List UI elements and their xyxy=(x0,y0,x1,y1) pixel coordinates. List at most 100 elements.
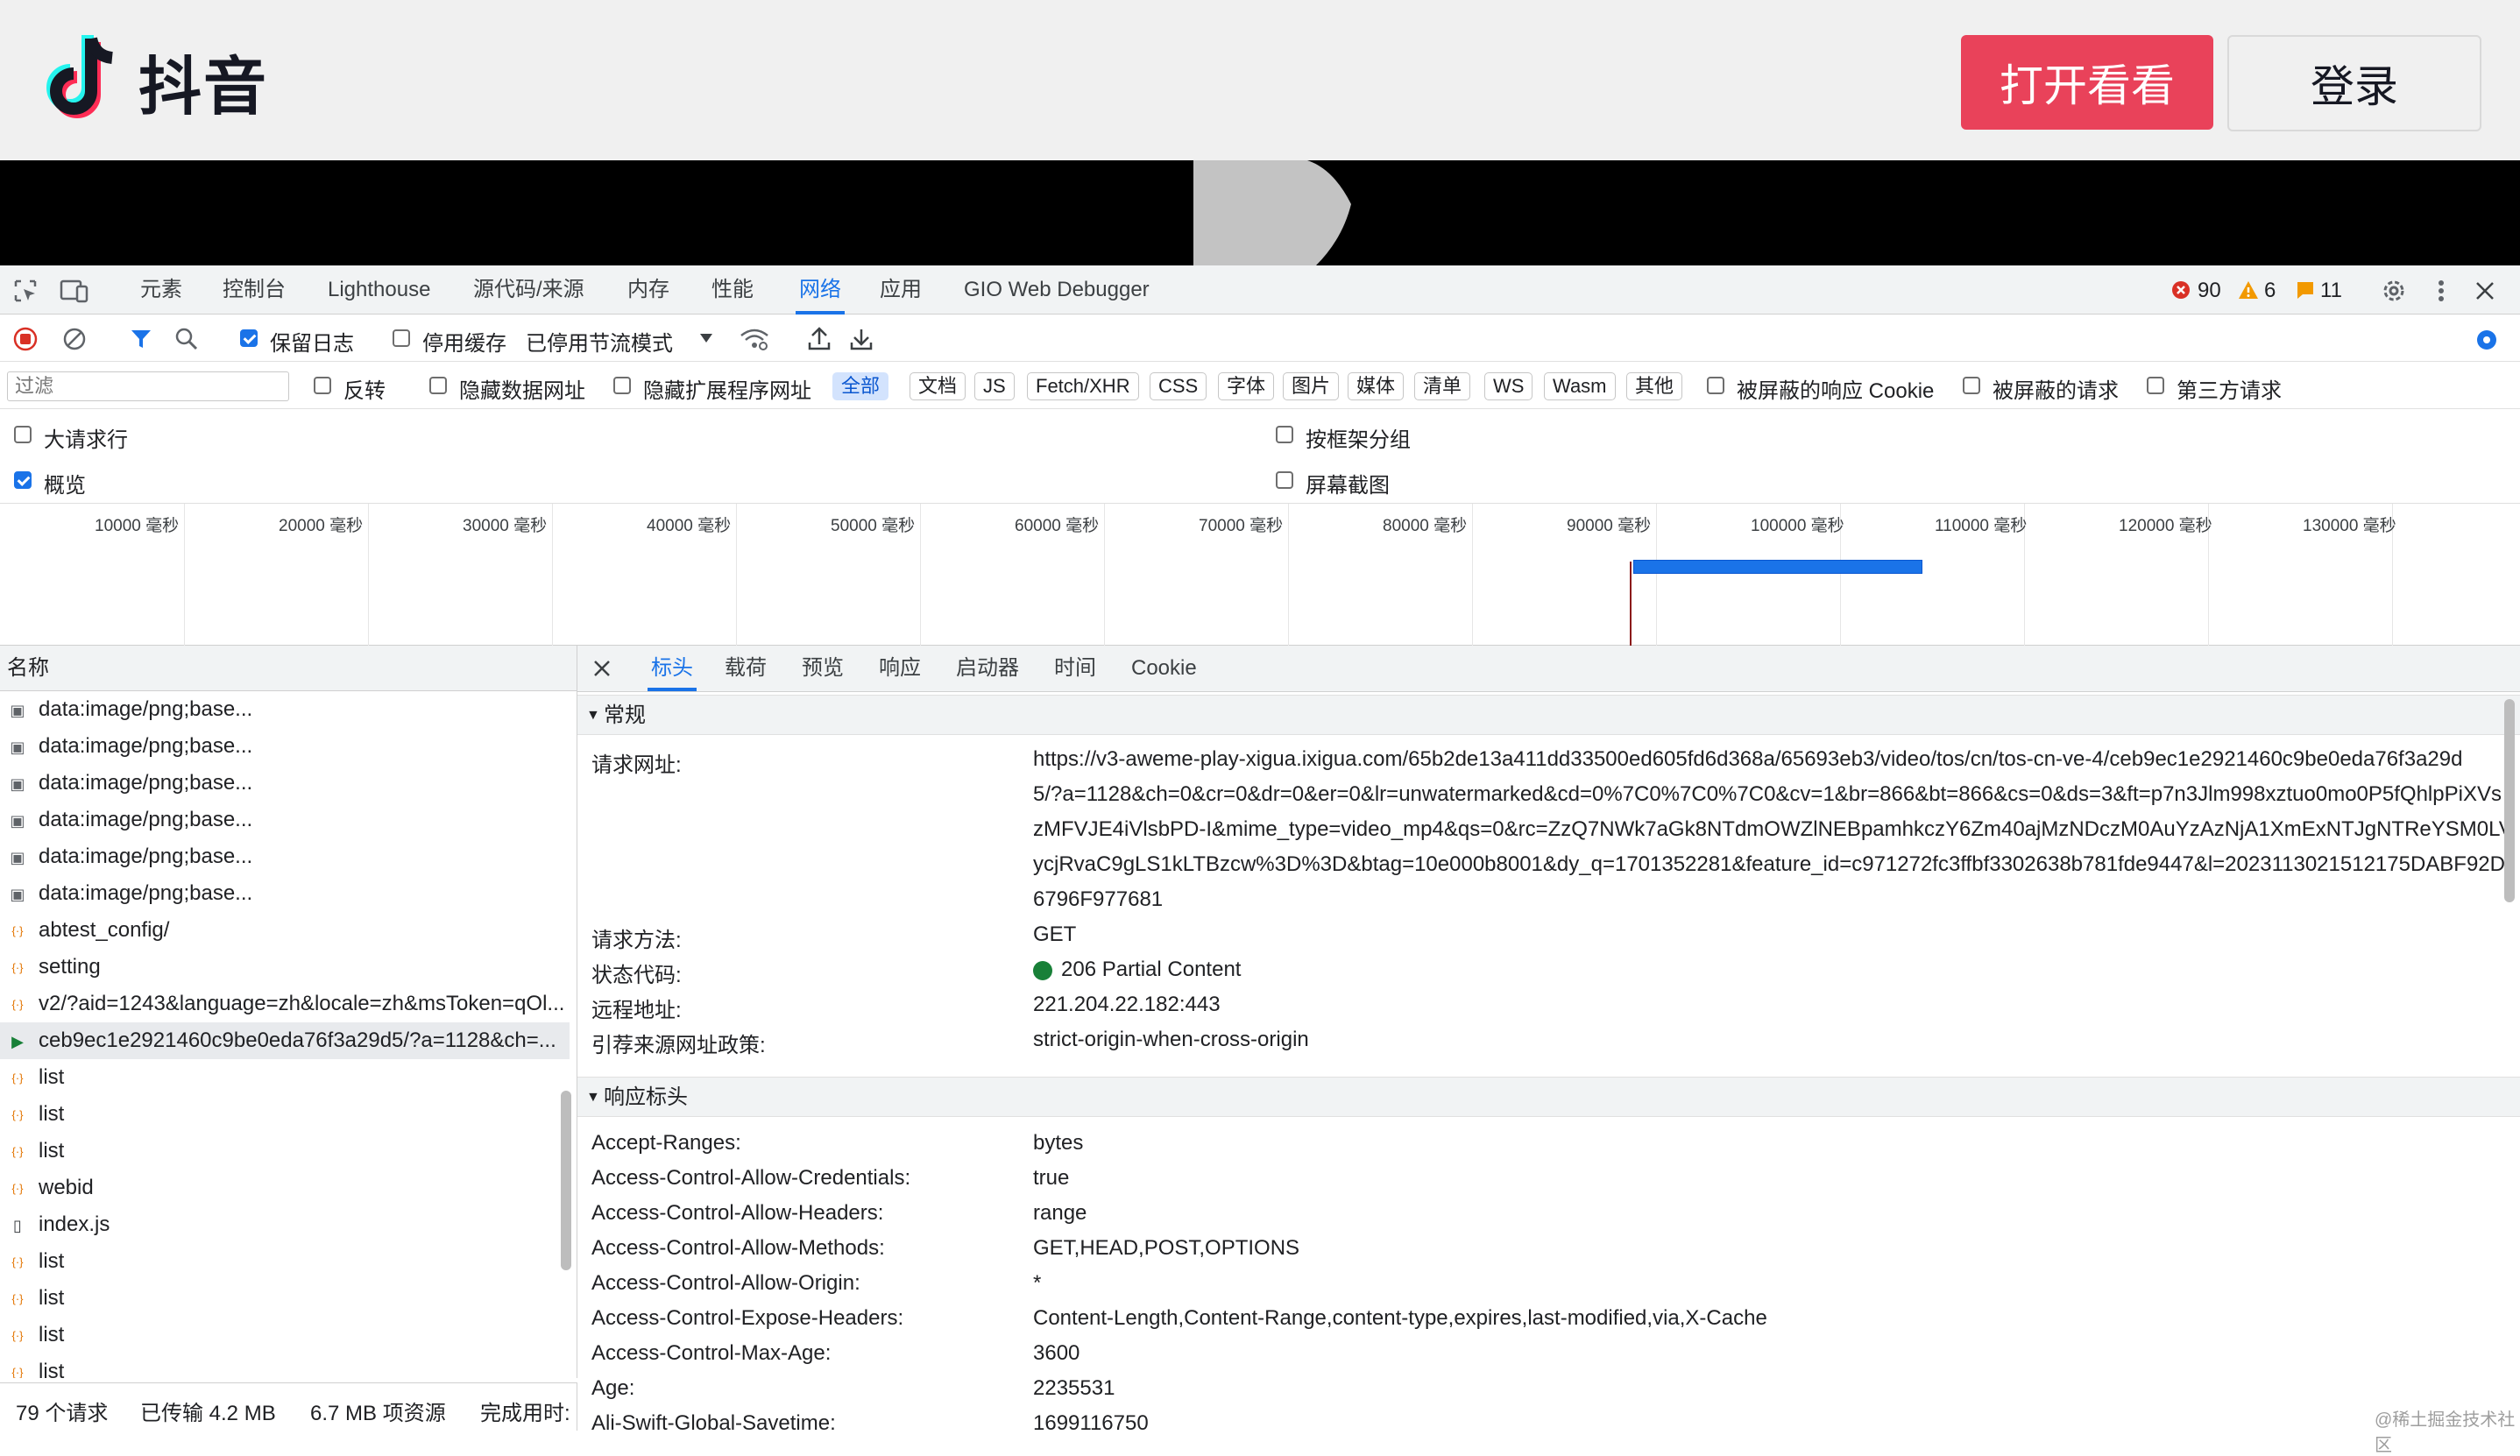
record-stop-icon[interactable] xyxy=(12,326,39,352)
clear-icon[interactable] xyxy=(61,326,88,352)
image-icon: ▣ xyxy=(10,702,25,719)
network-overview-timeline[interactable]: 10000 毫秒 20000 毫秒 30000 毫秒 40000 毫秒 50000 毫秒… xyxy=(0,504,2520,646)
tab-elements[interactable]: 元素 xyxy=(140,265,182,315)
filter-chip-css[interactable]: CSS xyxy=(1150,372,1207,400)
request-list-scrollbar[interactable] xyxy=(561,1091,571,1270)
login-button[interactable]: 登录 xyxy=(2227,35,2481,131)
column-header-name[interactable]: 名称 xyxy=(0,646,577,691)
info-count[interactable]: 11 xyxy=(2320,279,2342,303)
request-row[interactable]: {·} webid xyxy=(0,1170,570,1206)
chevron-down-icon[interactable] xyxy=(697,329,715,347)
inspect-element-icon[interactable] xyxy=(12,278,39,304)
network-conditions-wifi-icon[interactable] xyxy=(740,326,769,352)
tab-performance[interactable]: 性能 xyxy=(711,265,754,315)
filter-chip-ws[interactable]: WS xyxy=(1484,372,1533,400)
request-row[interactable]: ▣ data:image/png;base... xyxy=(0,691,570,728)
more-options-icon[interactable] xyxy=(2432,277,2450,305)
request-row[interactable]: ▶ ceb9ec1e2921460c9be0eda76f3a29d5/?a=112… xyxy=(0,1022,570,1059)
blocked-requests-checkbox[interactable] xyxy=(1963,377,1980,394)
request-row[interactable]: ▣ data:image/png;base... xyxy=(0,765,570,802)
warning-count-icon[interactable] xyxy=(2238,280,2259,300)
filter-chip-fetch-xhr[interactable]: Fetch/XHR xyxy=(1027,372,1139,400)
tab-memory[interactable]: 内存 xyxy=(627,265,669,315)
request-row[interactable]: {·} list xyxy=(0,1243,570,1280)
filter-chip-other[interactable]: 其他 xyxy=(1626,372,1683,400)
request-row[interactable]: {·} list xyxy=(0,1354,570,1378)
request-row[interactable]: {·} list xyxy=(0,1059,570,1096)
request-row[interactable]: {·} list xyxy=(0,1133,570,1170)
response-headers-section-header[interactable]: ▼ 响应标头 xyxy=(577,1077,2520,1117)
group-by-frame-checkbox[interactable] xyxy=(1276,426,1293,443)
error-count[interactable]: 90 xyxy=(2198,279,2221,303)
general-section-header[interactable]: ▼ 常规 xyxy=(577,695,2520,735)
device-toolbar-icon[interactable] xyxy=(60,278,89,304)
tab-application[interactable]: 应用 xyxy=(880,265,922,315)
request-row[interactable]: {·} setting xyxy=(0,949,570,986)
request-row[interactable]: {·} abtest_config/ xyxy=(0,912,570,949)
hide-extension-urls-checkbox[interactable] xyxy=(613,377,631,394)
request-row[interactable]: {·} list xyxy=(0,1280,570,1317)
network-options-bar: 大请求行 概览 按框架分组 屏幕截图 xyxy=(0,409,2520,504)
import-har-upload-icon[interactable] xyxy=(806,326,832,352)
request-row[interactable]: ▣ data:image/png;base... xyxy=(0,728,570,765)
filter-chip-all[interactable]: 全部 xyxy=(832,372,889,400)
detail-tab-headers[interactable]: 标头 xyxy=(648,646,697,691)
detail-tab-bar: 标头 载荷 预览 响应 启动器 时间 Cookie xyxy=(577,646,2520,692)
request-row[interactable]: ▣ data:image/png;base... xyxy=(0,875,570,912)
request-row[interactable]: ▯ index.js xyxy=(0,1206,570,1243)
settings-gear-icon[interactable] xyxy=(2380,277,2408,305)
disable-cache-checkbox[interactable] xyxy=(393,329,410,347)
screenshots-checkbox[interactable] xyxy=(1276,471,1293,489)
detail-tab-preview[interactable]: 预览 xyxy=(802,646,844,691)
tab-console[interactable]: 控制台 xyxy=(223,265,286,315)
throttling-select[interactable]: 已停用节流模式 xyxy=(526,326,673,357)
filter-chip-wasm[interactable]: Wasm xyxy=(1544,372,1616,400)
blocked-cookies-checkbox[interactable] xyxy=(1707,377,1724,394)
filter-chip-img[interactable]: 图片 xyxy=(1283,372,1340,400)
video-player[interactable] xyxy=(0,160,2520,265)
big-request-rows-checkbox[interactable] xyxy=(14,426,32,443)
xhr-icon: {·} xyxy=(11,1329,24,1342)
detail-tab-cookies[interactable]: Cookie xyxy=(1131,646,1197,691)
request-row[interactable]: ▣ data:image/png;base... xyxy=(0,838,570,875)
tab-gio-web-debugger[interactable]: GIO Web Debugger xyxy=(964,265,1150,315)
error-count-icon[interactable] xyxy=(2171,280,2191,300)
filter-chip-font[interactable]: 字体 xyxy=(1218,372,1275,400)
detail-tab-initiator[interactable]: 启动器 xyxy=(956,646,1019,691)
warning-count[interactable]: 6 xyxy=(2264,279,2276,303)
filter-chip-doc[interactable]: 文档 xyxy=(910,372,966,400)
network-settings-gear-icon[interactable] xyxy=(2473,326,2501,354)
logo[interactable]: 抖音 xyxy=(39,32,268,130)
filter-input[interactable] xyxy=(7,371,289,401)
preserve-log-checkbox[interactable] xyxy=(240,329,258,347)
overview-checkbox[interactable] xyxy=(14,471,32,489)
request-row[interactable]: {·} list xyxy=(0,1317,570,1354)
close-detail-icon[interactable] xyxy=(591,658,612,679)
info-count-icon[interactable] xyxy=(2296,280,2315,300)
request-row[interactable]: {·} list xyxy=(0,1096,570,1133)
request-row[interactable]: {·} v2/?aid=1243&language=zh&locale=zh&ms… xyxy=(0,986,570,1022)
tab-sources[interactable]: 源代码/来源 xyxy=(473,265,584,315)
response-header-value: Content-Length,Content-Range,content-typ… xyxy=(1033,1306,1767,1330)
tab-network[interactable]: 网络 xyxy=(796,265,845,315)
play-icon[interactable] xyxy=(1185,160,1360,265)
site-header: 抖音 打开看看 登录 xyxy=(0,0,2520,160)
hide-data-urls-checkbox[interactable] xyxy=(429,377,447,394)
search-icon[interactable] xyxy=(173,326,200,352)
tab-lighthouse[interactable]: Lighthouse xyxy=(328,265,430,315)
export-har-download-icon[interactable] xyxy=(848,326,874,352)
third-party-checkbox[interactable] xyxy=(2147,377,2164,394)
open-app-button[interactable]: 打开看看 xyxy=(1961,35,2213,130)
invert-checkbox[interactable] xyxy=(314,377,331,394)
detail-tab-response[interactable]: 响应 xyxy=(879,646,921,691)
filter-chip-manifest[interactable]: 清单 xyxy=(1414,372,1471,400)
filter-chip-media[interactable]: 媒体 xyxy=(1348,372,1405,400)
request-row[interactable]: ▣ data:image/png;base... xyxy=(0,802,570,838)
detail-tab-timing[interactable]: 时间 xyxy=(1054,646,1096,691)
detail-scrollbar[interactable] xyxy=(2504,699,2515,902)
close-devtools-icon[interactable] xyxy=(2473,279,2497,303)
filter-funnel-icon[interactable] xyxy=(128,326,154,352)
detail-tab-payload[interactable]: 载荷 xyxy=(725,646,767,691)
filter-chip-js[interactable]: JS xyxy=(974,372,1015,400)
xhr-icon: {·} xyxy=(11,1292,24,1305)
